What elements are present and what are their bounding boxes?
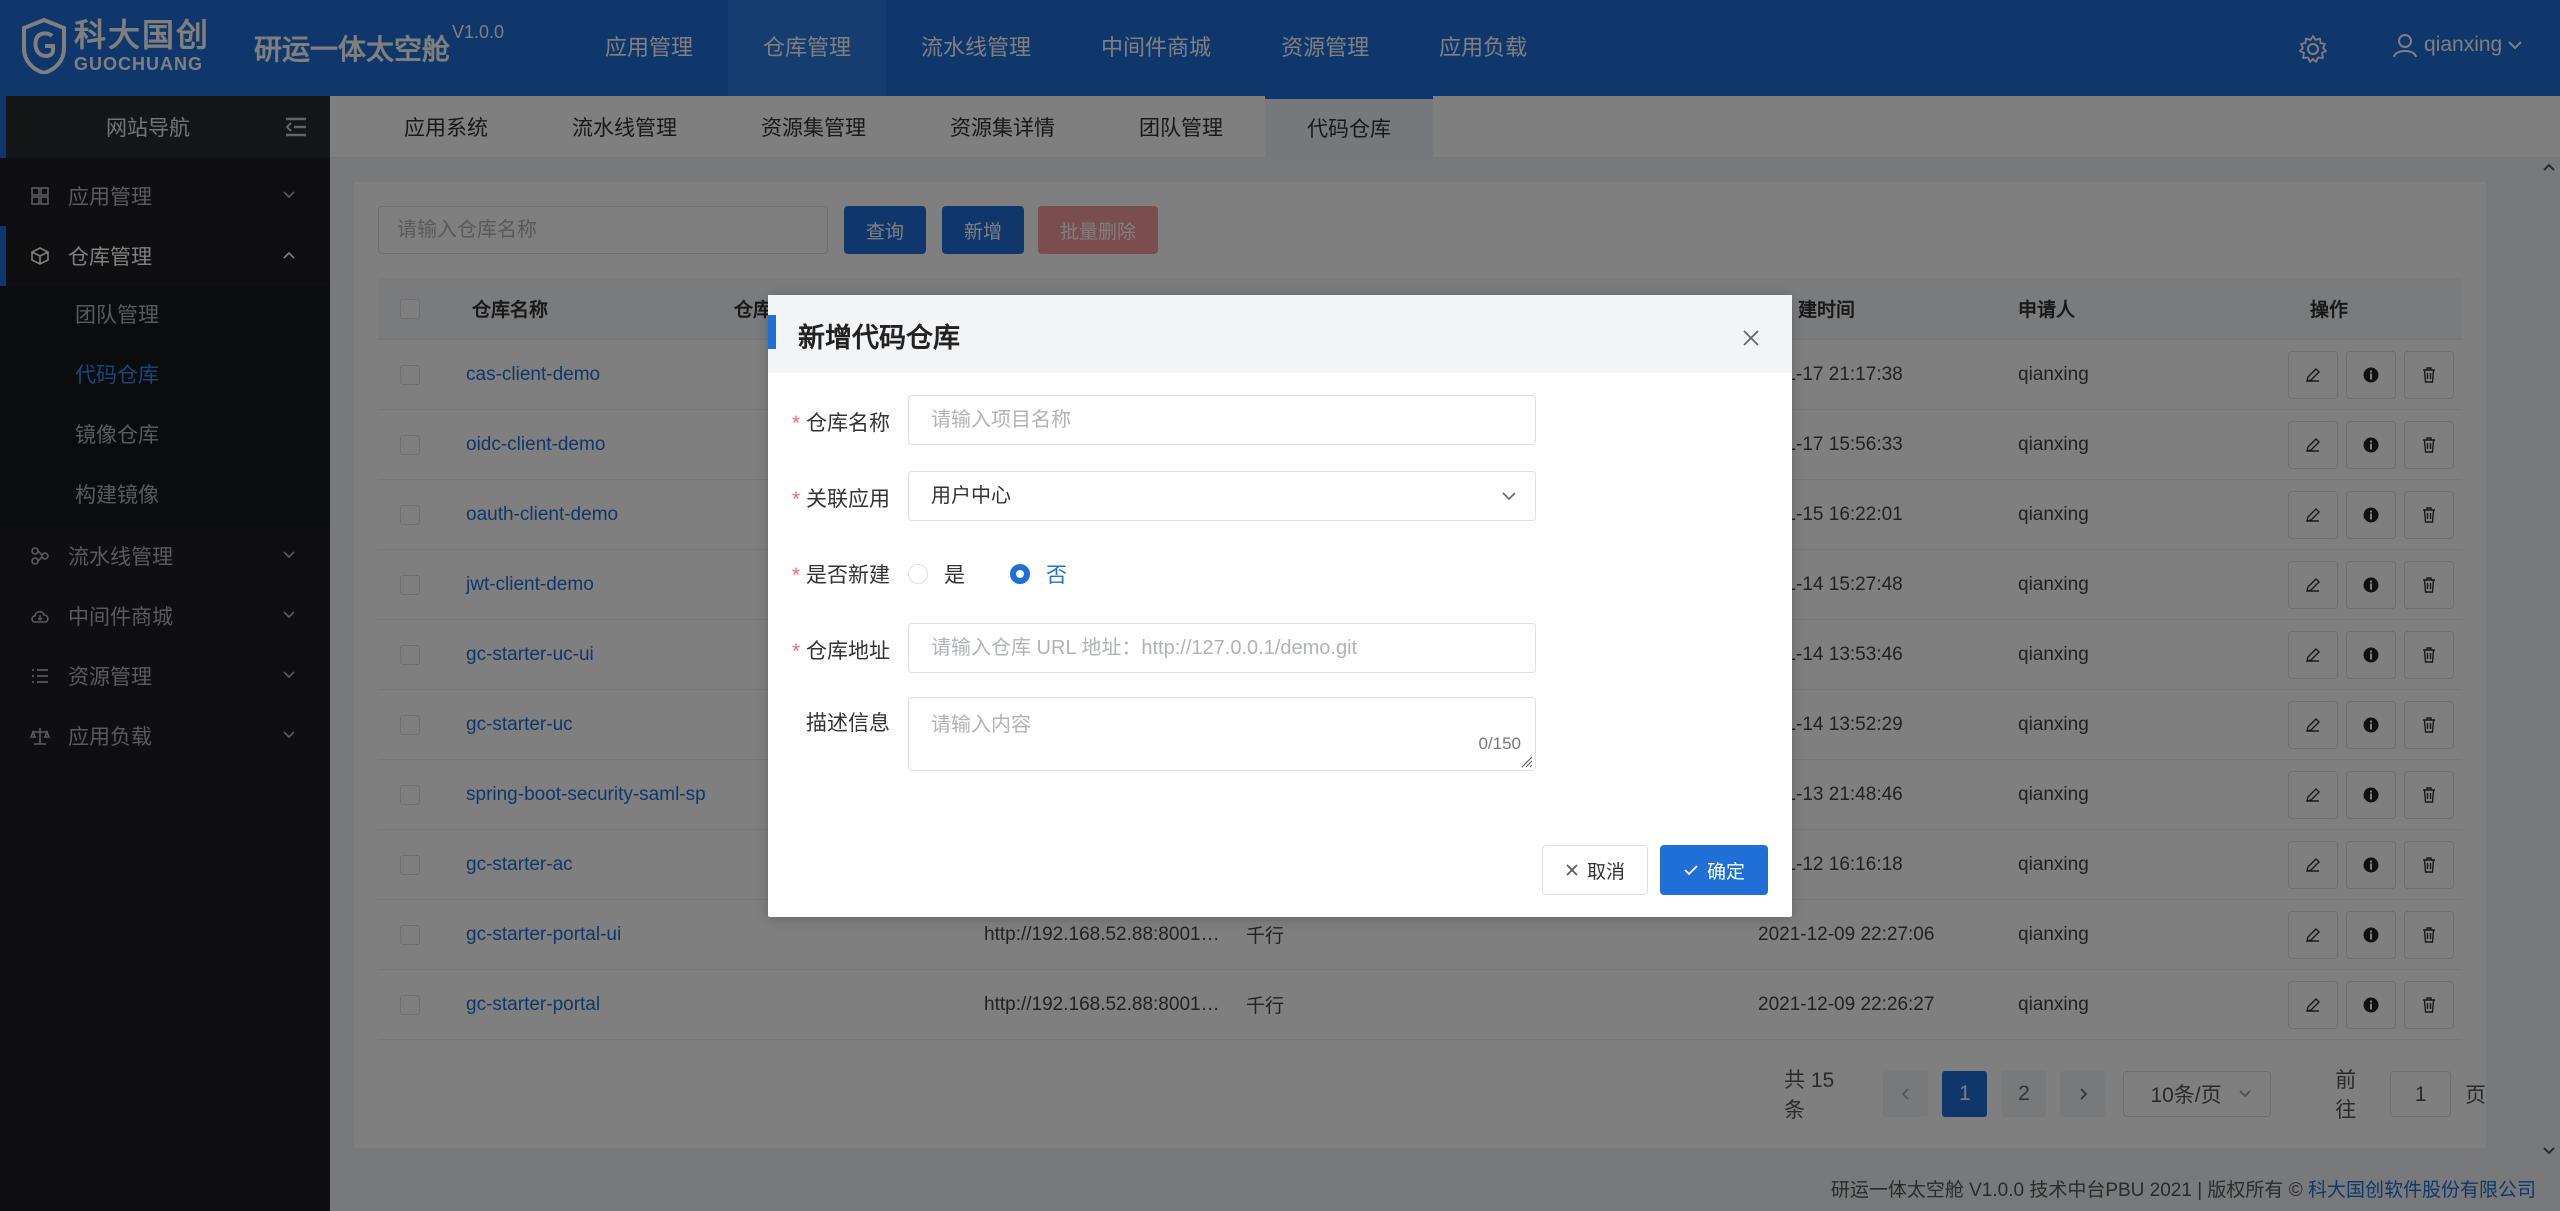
- dialog-title-accent: [768, 315, 776, 349]
- close-icon: [1566, 864, 1578, 876]
- related-app-select[interactable]: 用户中心: [908, 471, 1536, 521]
- label-related-app: * 关联应用: [791, 488, 890, 511]
- label-repo-name: * 仓库名称: [791, 412, 890, 435]
- radio-no[interactable]: 否: [1010, 559, 1067, 589]
- confirm-button[interactable]: 确定: [1660, 845, 1768, 895]
- char-counter: 0/150: [1478, 734, 1521, 753]
- label-repo-url: * 仓库地址: [791, 640, 890, 663]
- radio-no-dot: [1010, 564, 1030, 584]
- repo-name-input[interactable]: 请输入项目名称: [908, 395, 1536, 445]
- dialog-title: 新增代码仓库: [798, 323, 960, 353]
- description-textarea[interactable]: 请输入内容 0/150: [908, 697, 1536, 771]
- repo-url-input[interactable]: 请输入仓库 URL 地址：http://127.0.0.1/demo.git: [908, 623, 1536, 673]
- label-description: 描述信息: [806, 712, 890, 735]
- label-is-new: * 是否新建: [791, 564, 890, 587]
- resize-handle-icon[interactable]: [1519, 754, 1533, 768]
- chevron-down-icon: [1502, 492, 1516, 501]
- radio-yes[interactable]: 是: [908, 559, 965, 589]
- add-repo-dialog: 新增代码仓库 * 仓库名称 请输入项目名称 * 关联应用 用户中心 * 是否新建 是 …: [768, 295, 1792, 917]
- cancel-button[interactable]: 取消: [1542, 845, 1648, 895]
- radio-yes-dot: [908, 564, 928, 584]
- dialog-header: 新增代码仓库: [768, 295, 1792, 373]
- close-icon[interactable]: [1742, 329, 1760, 347]
- check-icon: [1684, 865, 1698, 876]
